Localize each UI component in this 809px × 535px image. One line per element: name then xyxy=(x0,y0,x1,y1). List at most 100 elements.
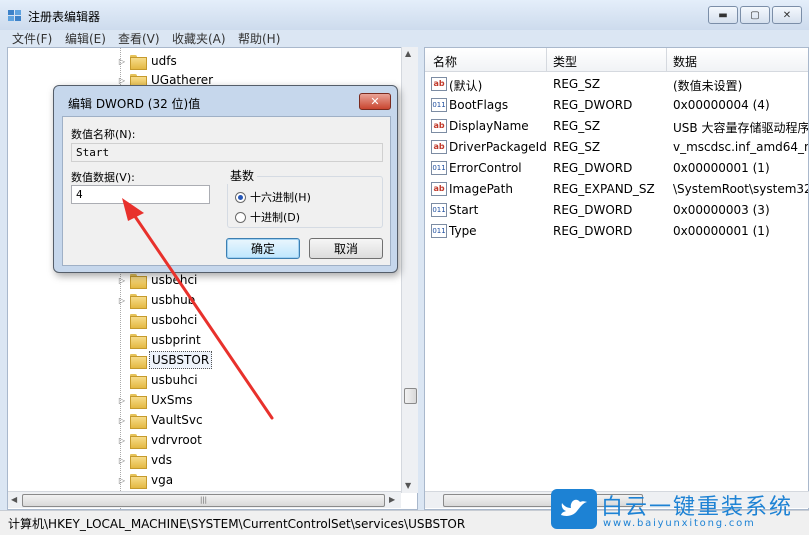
expand-icon[interactable]: ▷ xyxy=(116,57,128,66)
scroll-right-icon[interactable]: ▶ xyxy=(389,495,395,504)
value-row[interactable]: ab DisplayName REG_SZ USB 大容量存储驱动程序 xyxy=(425,116,809,137)
expand-icon[interactable]: ▷ xyxy=(116,476,128,485)
tree-item-usbohci[interactable]: usbohci xyxy=(116,310,199,330)
values-list[interactable]: 名称 类型 数据 ab (默认) REG_SZ (数值未设置) 011 BootFlags… xyxy=(424,47,809,510)
cancel-button[interactable]: 取消 xyxy=(309,238,383,259)
expand-icon[interactable]: ▷ xyxy=(116,456,128,465)
expand-icon[interactable]: ▷ xyxy=(116,396,128,405)
column-header-type[interactable]: 类型 xyxy=(553,53,577,70)
value-data: USB 大容量存储驱动程序 xyxy=(673,121,809,135)
tree-item-label: UxSms xyxy=(151,393,193,407)
value-type: REG_SZ xyxy=(553,140,601,154)
tree-item-label: USBSTOR xyxy=(149,351,213,369)
value-type: REG_SZ xyxy=(553,77,601,91)
watermark-name: 白云一键重装系统 xyxy=(601,495,794,520)
scroll-up-icon[interactable]: ▲ xyxy=(405,49,411,58)
value-name: Type xyxy=(449,224,477,238)
ok-button[interactable]: 确定 xyxy=(226,238,300,259)
status-path: 计算机\HKEY_LOCAL_MACHINE\SYSTEM\CurrentCon… xyxy=(8,517,466,531)
value-row[interactable]: ab (默认) REG_SZ (数值未设置) xyxy=(425,74,808,95)
radio-decimal-label: 十进制(D) xyxy=(250,211,301,224)
binary-value-icon: 011 xyxy=(431,224,447,238)
value-data-input[interactable]: 4 xyxy=(71,185,210,204)
value-row[interactable]: 011 Type REG_DWORD 0x00000001 (1) xyxy=(425,221,808,242)
menu-favorites[interactable]: 收藏夹(A) xyxy=(172,30,226,47)
tree-item-usbhub[interactable]: ▷ usbhub xyxy=(116,290,197,310)
radio-selected-icon[interactable] xyxy=(235,191,246,203)
value-row[interactable]: 011 Start REG_DWORD 0x00000003 (3) xyxy=(425,200,808,221)
tree-item-vds[interactable]: ▷ vds xyxy=(116,450,174,470)
value-name-field: Start xyxy=(71,143,383,162)
value-row[interactable]: ab ImagePath REG_EXPAND_SZ \SystemRoot\syst… xyxy=(425,179,809,200)
menu-view[interactable]: 查看(V) xyxy=(118,30,160,47)
scroll-thumb[interactable] xyxy=(404,388,417,404)
minimize-icon: ▬ xyxy=(718,9,728,21)
dialog-close-button[interactable]: ✕ xyxy=(359,93,391,110)
value-name: DisplayName xyxy=(449,119,529,133)
menu-file[interactable]: 文件(F) xyxy=(12,30,52,47)
tree-item-label: VaultSvc xyxy=(151,413,203,427)
folder-icon xyxy=(130,333,147,349)
ok-label: 确定 xyxy=(250,242,275,256)
folder-icon xyxy=(130,373,147,389)
folder-icon xyxy=(130,413,147,429)
column-header-name[interactable]: 名称 xyxy=(433,53,457,70)
window-title: 注册表编辑器 xyxy=(28,10,101,24)
expand-icon[interactable]: ▷ xyxy=(116,276,128,285)
tree-item-vga[interactable]: ▷ vga xyxy=(116,470,175,490)
value-name: DriverPackageId xyxy=(449,140,547,154)
menu-edit[interactable]: 编辑(E) xyxy=(65,30,106,47)
base-group-label: 基数 xyxy=(227,167,258,184)
maximize-button[interactable]: ▢ xyxy=(740,6,770,24)
value-row[interactable]: ab DriverPackageId REG_SZ v_mscdsc.inf_amd6… xyxy=(425,137,808,158)
expand-icon[interactable]: ▷ xyxy=(116,436,128,445)
expand-icon[interactable]: ▷ xyxy=(116,76,128,85)
tree-item-uxsms[interactable]: ▷ UxSms xyxy=(116,390,194,410)
minimize-button[interactable]: ▬ xyxy=(708,6,738,24)
scroll-left-icon[interactable]: ◀ xyxy=(11,495,17,504)
string-value-icon: ab xyxy=(431,119,447,133)
close-icon: ✕ xyxy=(370,95,380,108)
string-value-icon: ab xyxy=(431,77,447,91)
radio-hexadecimal-label: 十六进制(H) xyxy=(250,191,311,204)
value-type: REG_EXPAND_SZ xyxy=(553,182,655,196)
scroll-down-icon[interactable]: ▼ xyxy=(405,481,411,490)
tree-item-usbuhci[interactable]: usbuhci xyxy=(116,370,200,390)
edit-dword-dialog: 编辑 DWORD (32 位)值 ✕ 数值名称(N): Start 数值数据(V… xyxy=(53,85,398,273)
tree-item-usbehci[interactable]: ▷ usbehci xyxy=(116,270,199,290)
scroll-thumb[interactable]: ||| xyxy=(22,494,385,507)
tree-vertical-scrollbar[interactable]: ▲ ▼ xyxy=(401,47,418,493)
folder-icon xyxy=(130,313,147,329)
value-row[interactable]: 011 BootFlags REG_DWORD 0x00000004 (4) xyxy=(425,95,808,116)
maximize-icon: ▢ xyxy=(750,9,760,21)
folder-icon xyxy=(130,353,147,369)
close-icon: ✕ xyxy=(782,9,792,21)
value-name: ErrorControl xyxy=(449,161,522,175)
value-type: REG_DWORD xyxy=(553,203,633,217)
binary-value-icon: 011 xyxy=(431,98,447,112)
expand-icon[interactable]: ▷ xyxy=(116,416,128,425)
tree-item-vdrvroot[interactable]: ▷ vdrvroot xyxy=(116,430,204,450)
radio-unselected-icon[interactable] xyxy=(235,211,246,223)
watermark-logo: 白云一键重装系统 www.baiyunxitong.com xyxy=(551,489,807,533)
menu-help[interactable]: 帮助(H) xyxy=(238,30,280,47)
tree-item-usbprint[interactable]: usbprint xyxy=(116,330,203,350)
list-header: 名称 类型 数据 xyxy=(425,48,808,72)
close-window-button[interactable]: ✕ xyxy=(772,6,802,24)
expand-icon[interactable]: ▷ xyxy=(116,296,128,305)
tree-item-label: vds xyxy=(151,453,172,467)
tree-item-label: usbuhci xyxy=(151,373,198,387)
tree-horizontal-scrollbar[interactable]: ◀ ||| ▶ xyxy=(8,491,401,508)
tree-item-udfs[interactable]: ▷ udfs xyxy=(116,51,179,71)
column-header-data[interactable]: 数据 xyxy=(673,53,697,70)
value-row[interactable]: 011 ErrorControl REG_DWORD 0x00000001 (1) xyxy=(425,158,808,179)
tree-item-usbstor[interactable]: USBSTOR xyxy=(116,350,213,370)
radio-decimal[interactable]: 十进制(D) xyxy=(235,209,300,225)
value-data: \SystemRoot\system32 xyxy=(673,182,809,196)
radio-hexadecimal[interactable]: 十六进制(H) xyxy=(235,189,311,205)
tree-item-vaultsvc[interactable]: ▷ VaultSvc xyxy=(116,410,205,430)
value-name: (默认) xyxy=(449,79,483,93)
value-data: 0x00000004 (4) xyxy=(673,98,770,112)
folder-icon xyxy=(130,54,147,70)
tree-item-label: vga xyxy=(151,473,174,487)
